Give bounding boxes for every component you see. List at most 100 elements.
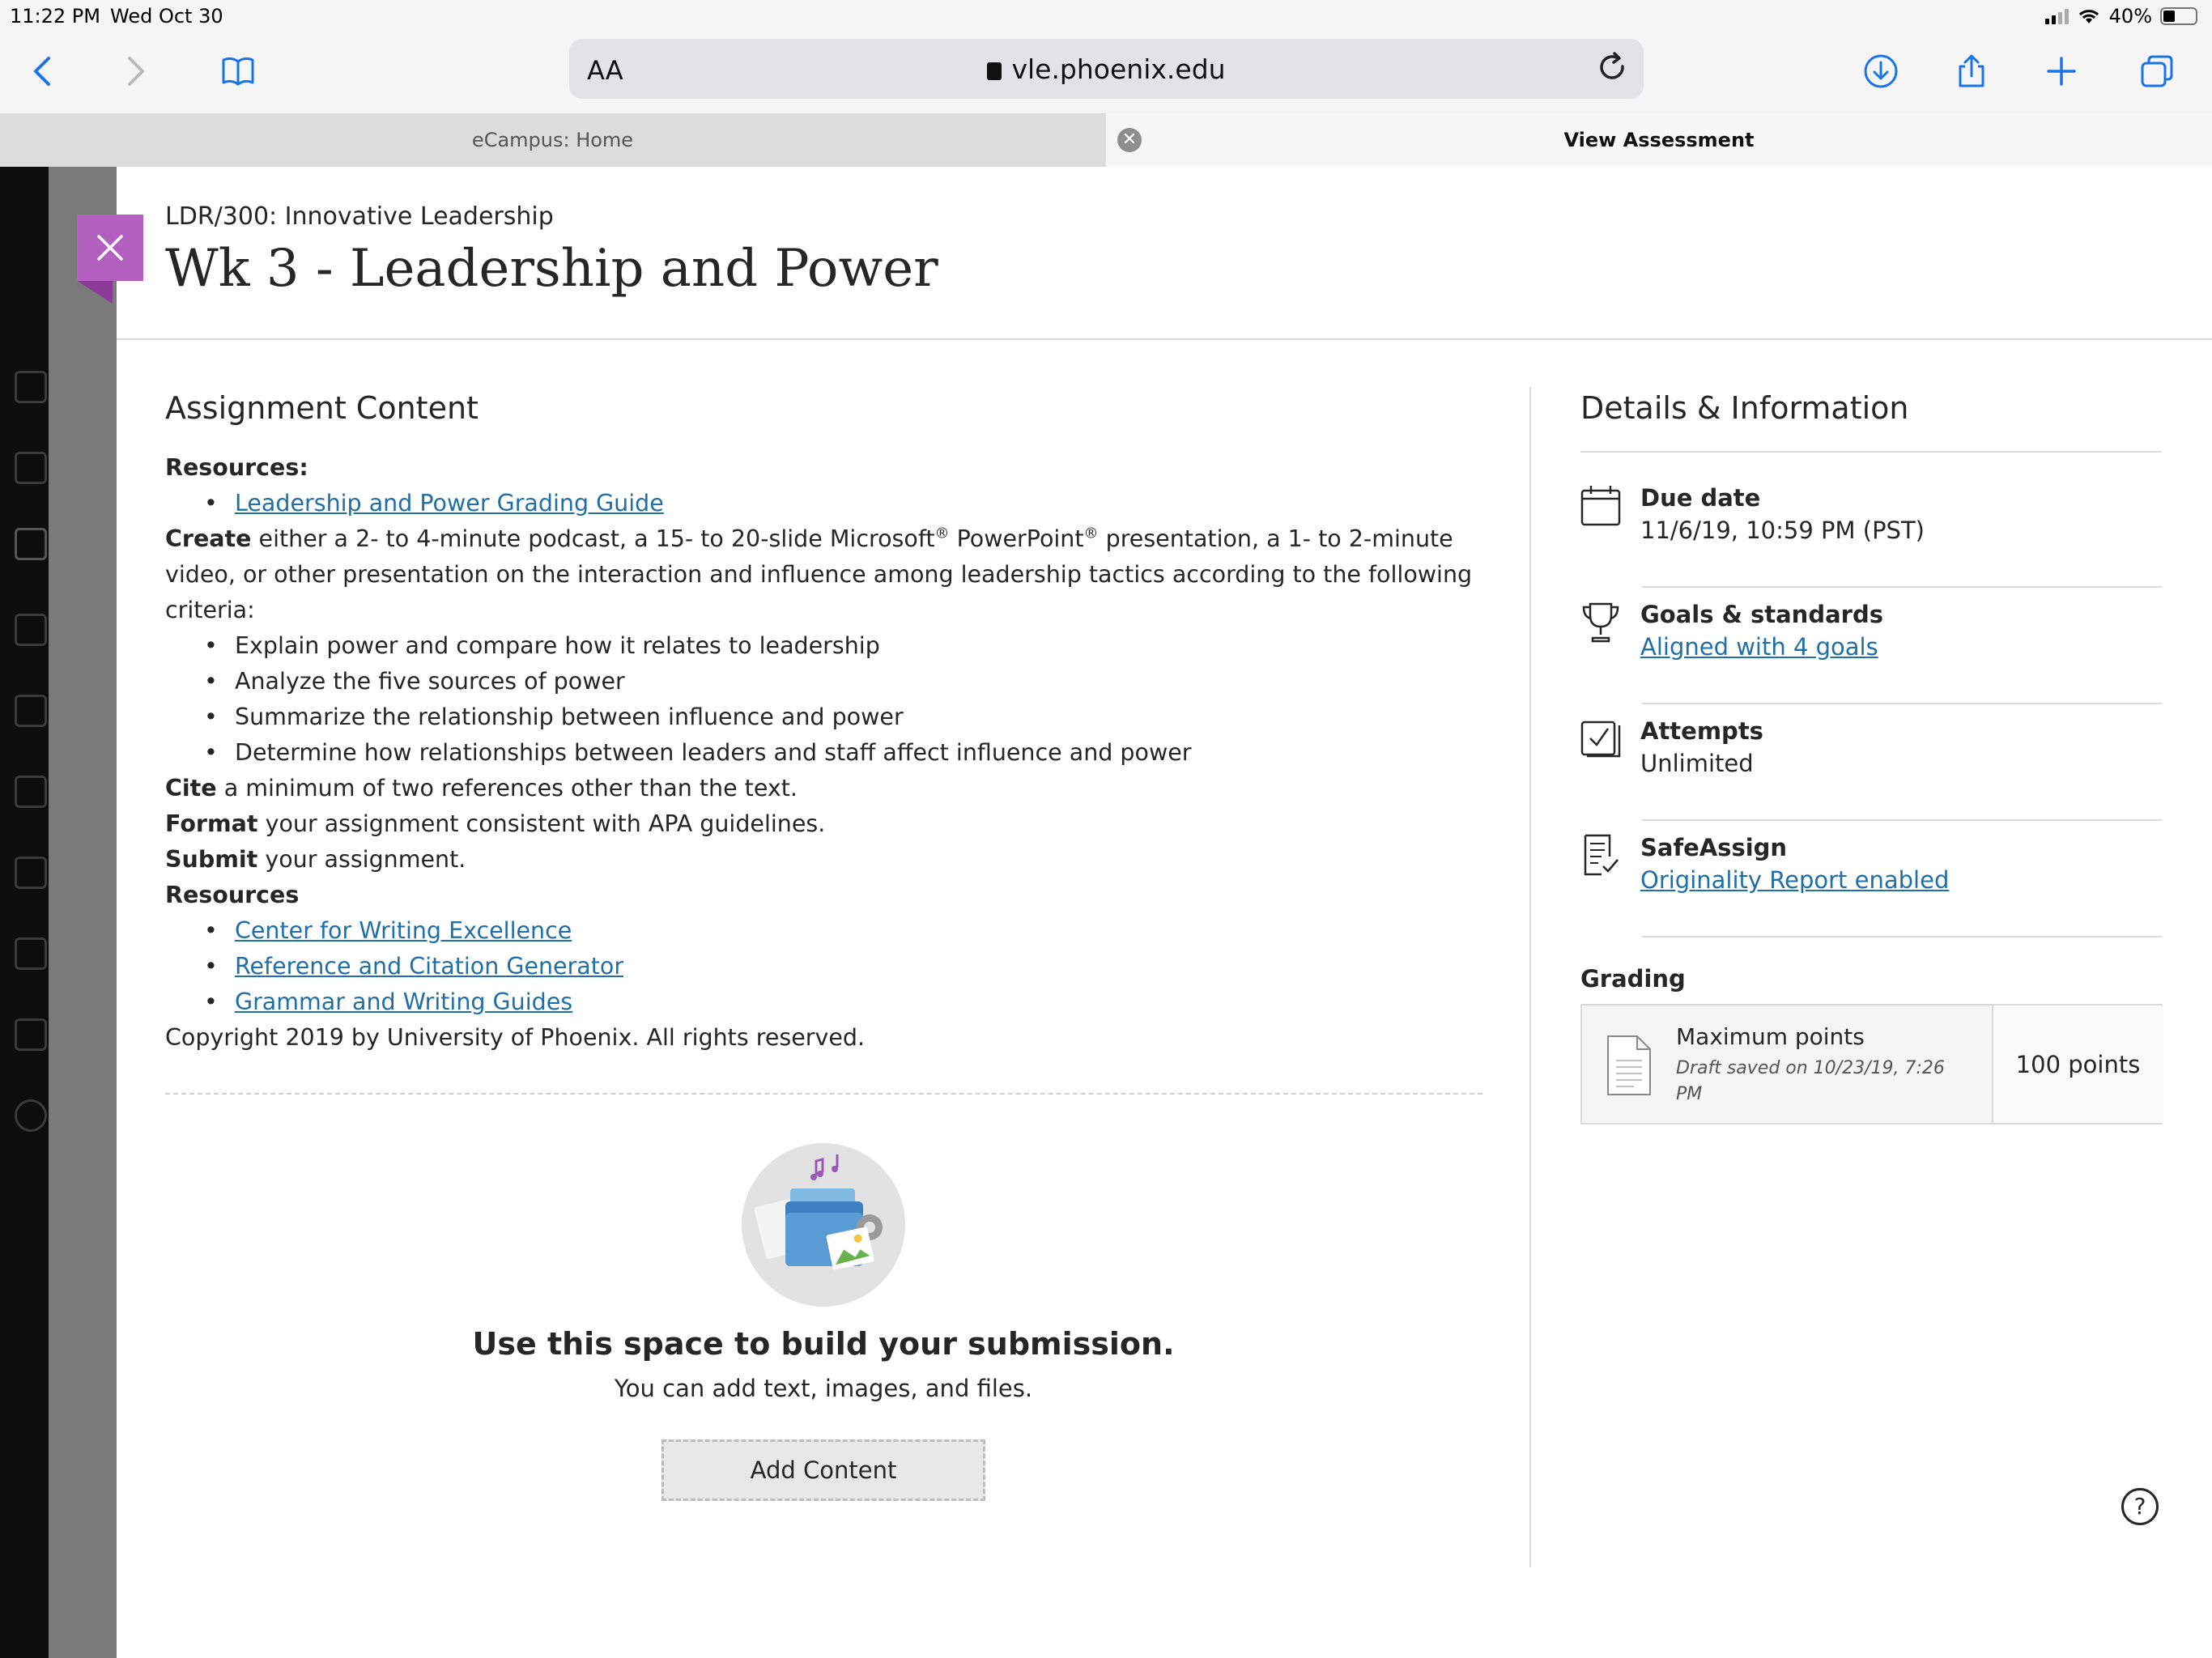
resources-label-2: Resources <box>165 882 300 908</box>
tab-ecampus-home[interactable]: eCampus: Home <box>0 113 1105 167</box>
list-item: Determine how relationships between lead… <box>165 735 1485 771</box>
grading-points[interactable]: 100 points <box>1993 1005 2163 1123</box>
registered-mark: ® <box>934 525 950 542</box>
list-item: Explain power and compare how it relates… <box>165 628 1485 664</box>
status-date: Wed Oct 30 <box>110 5 223 28</box>
header-divider <box>117 338 2212 340</box>
add-content-button[interactable]: Add Content <box>661 1439 985 1501</box>
institution-icon <box>15 371 47 403</box>
courses-icon <box>15 614 47 646</box>
grading-guide-link[interactable]: Leadership and Power Grading Guide <box>235 490 664 517</box>
book-icon <box>222 57 254 86</box>
registered-mark: ® <box>1083 525 1099 542</box>
create-text-1: either a 2- to 4-minute podcast, a 15- t… <box>251 525 935 552</box>
calendar-nav-icon <box>15 776 47 808</box>
status-time: 11:22 PM <box>10 5 100 28</box>
signout-icon <box>15 1099 47 1132</box>
grading-card: Maximum points Draft saved on 10/23/19, … <box>1580 1004 2163 1124</box>
format-label: Format <box>165 810 258 837</box>
writing-center-link[interactable]: Center for Writing Excellence <box>235 917 572 944</box>
grading-draft-status: Draft saved on 10/23/19, 7:26 PM <box>1676 1058 1945 1104</box>
cite-label: Cite <box>165 775 217 801</box>
document-check-icon <box>1584 834 1619 876</box>
assignment-content-heading: Assignment Content <box>165 390 479 426</box>
course-name: LDR/300: Innovative Leadership <box>165 202 554 231</box>
criteria-item: Determine how relationships between lead… <box>235 739 1192 766</box>
downloads-button[interactable] <box>1857 47 1905 96</box>
due-date-item: Due date 11/6/19, 10:59 PM (PST) <box>1580 484 2162 601</box>
mail-icon <box>15 857 47 889</box>
submission-illustration <box>742 1143 905 1307</box>
battery-icon <box>2160 7 2197 25</box>
submission-empty-title: Use this space to build your submission. <box>472 1326 1175 1362</box>
list-item: Leadership and Power Grading Guide <box>165 486 1485 521</box>
address-bar[interactable]: AA vle.phoenix.edu <box>569 39 1644 99</box>
page-title: Wk 3 - Leadership and Power <box>165 239 938 299</box>
create-label: Create <box>165 525 252 552</box>
details-divider <box>1580 451 2162 453</box>
share-button[interactable] <box>1947 47 1996 96</box>
checkbox-icon <box>1580 721 1621 758</box>
groups-icon <box>15 695 47 727</box>
item-divider <box>1642 936 2162 937</box>
tabs-icon <box>2141 55 2173 87</box>
attempts-label: Attempts <box>1640 717 1763 745</box>
tab-close-icon[interactable]: ✕ <box>1117 128 1142 152</box>
status-bar: 11:22 PM Wed Oct 30 40% <box>0 0 2212 32</box>
tab-view-assessment[interactable]: View Assessment <box>1106 113 2212 167</box>
attempts-item: Attempts Unlimited <box>1580 717 2162 834</box>
goals-link[interactable]: Aligned with 4 goals <box>1640 633 1878 661</box>
safeassign-link[interactable]: Originality Report enabled <box>1640 866 1949 894</box>
reload-icon[interactable] <box>1595 50 1631 86</box>
bookmarks-button[interactable] <box>214 47 262 96</box>
forward-button[interactable] <box>110 47 159 96</box>
back-button[interactable] <box>19 47 68 96</box>
item-divider <box>1642 586 2162 588</box>
lock-icon <box>987 62 1002 80</box>
tab-label: View Assessment <box>1563 129 1755 151</box>
details-heading: Details & Information <box>1580 390 1909 426</box>
goals-label: Goals & standards <box>1640 601 1883 628</box>
assignment-instructions: Resources: Leadership and Power Grading … <box>165 450 1485 1056</box>
battery-percent: 40% <box>2108 5 2152 28</box>
close-button-ribbon <box>77 281 113 304</box>
tab-bar: eCampus: Home View Assessment ✕ <box>0 113 2212 167</box>
document-icon <box>1607 1035 1651 1095</box>
calendar-icon <box>1580 486 1621 526</box>
submit-text: your assignment. <box>257 846 466 873</box>
new-tab-button[interactable] <box>2037 47 2086 96</box>
overlay-backdrop <box>49 167 117 1658</box>
content-divider <box>165 1093 1482 1095</box>
citation-generator-link[interactable]: Reference and Citation Generator <box>235 953 623 980</box>
list-item: Grammar and Writing Guides <box>165 984 1485 1020</box>
tabs-overview-button[interactable] <box>2133 47 2181 96</box>
item-divider <box>1642 703 2162 704</box>
wifi-icon <box>2078 10 2099 23</box>
tab-label: eCampus: Home <box>471 129 634 151</box>
plus-icon <box>2047 57 2076 86</box>
chevron-left-icon <box>34 57 50 86</box>
due-date-label: Due date <box>1640 484 1761 512</box>
grading-label: Grading <box>1580 965 1686 993</box>
safeassign-item: SafeAssign Originality Report enabled <box>1580 834 2162 950</box>
chevron-right-icon <box>128 57 144 86</box>
submission-empty-subtitle: You can add text, images, and files. <box>614 1375 1033 1402</box>
criteria-item: Summarize the relationship between influ… <box>235 704 904 730</box>
create-text-2: PowerPoint <box>949 525 1084 552</box>
share-icon <box>1959 54 1984 87</box>
list-item: Summarize the relationship between influ… <box>165 699 1485 735</box>
close-panel-button[interactable] <box>77 215 143 281</box>
create-instruction: Create either a 2- to 4-minute podcast, … <box>165 521 1485 628</box>
grading-name: Maximum points <box>1676 1023 1865 1050</box>
tools-icon <box>15 1018 47 1051</box>
copyright: Copyright 2019 by University of Phoenix.… <box>165 1024 866 1051</box>
help-button[interactable]: ? <box>2121 1488 2159 1525</box>
safeassign-label: SafeAssign <box>1640 834 1788 861</box>
writing-guides-link[interactable]: Grammar and Writing Guides <box>235 988 572 1015</box>
due-date-value: 11/6/19, 10:59 PM (PST) <box>1640 517 1925 544</box>
format-instruction: Format your assignment consistent with A… <box>165 806 1485 842</box>
list-item: Reference and Citation Generator <box>165 949 1485 984</box>
url-display[interactable]: vle.phoenix.edu <box>569 53 1644 85</box>
submit-label: Submit <box>165 846 258 873</box>
item-divider <box>1642 819 2162 821</box>
